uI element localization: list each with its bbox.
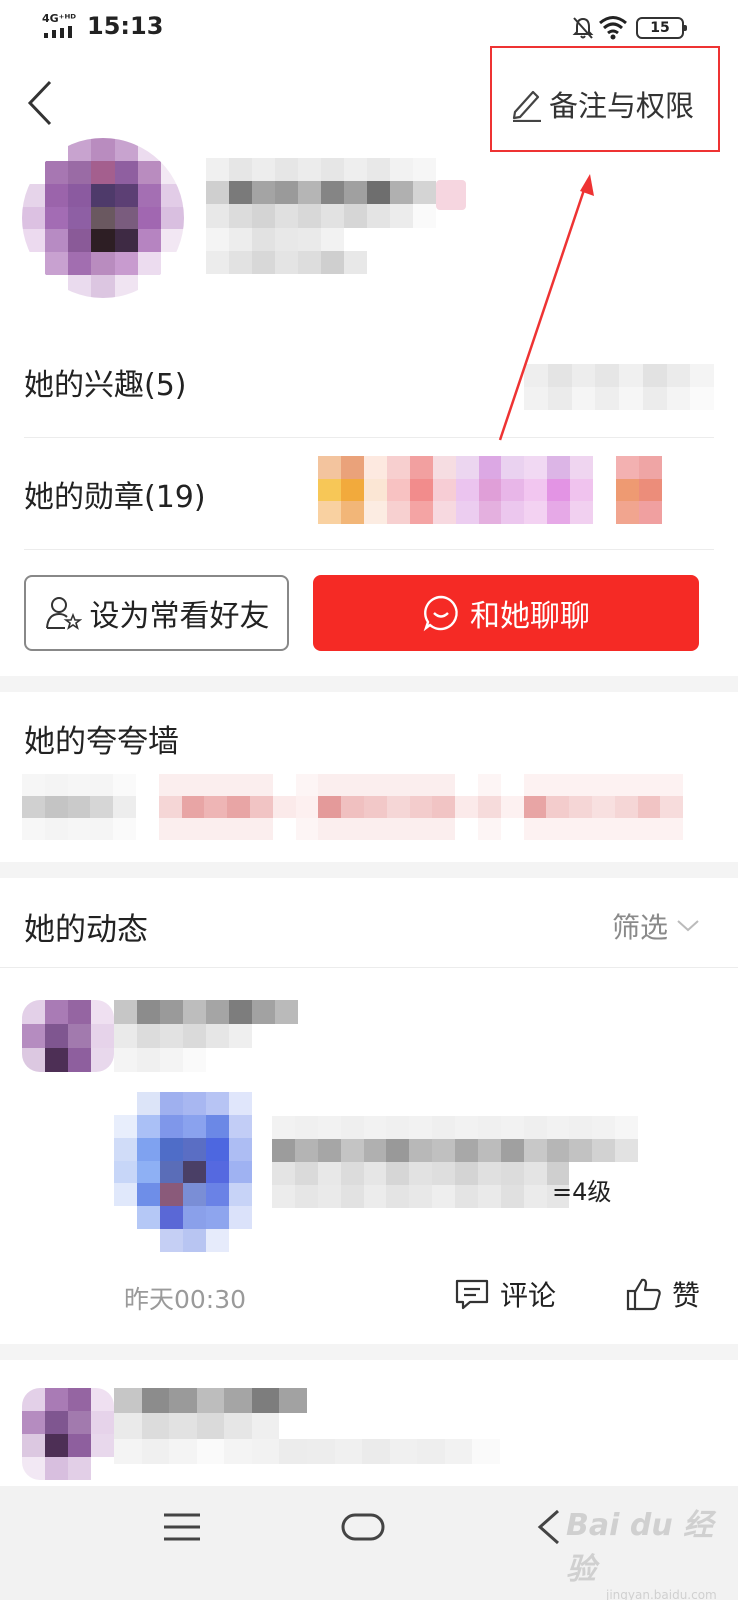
set-close-friend-label: 设为常看好友: [89, 599, 270, 634]
set-close-friend-button[interactable]: 设为常看好友: [24, 575, 289, 651]
interests-label: 她的兴趣(5): [24, 367, 187, 403]
baidu-watermark: Bai du 经验 jingyan.baidu.com: [566, 1500, 738, 1600]
badges-label: 她的勋章(19): [24, 479, 206, 515]
profile-name-blurred: [206, 158, 436, 274]
home-icon[interactable]: [340, 1510, 386, 1544]
avatar[interactable]: [22, 138, 184, 298]
interests-blurred: [524, 364, 714, 410]
filter-label: 筛选: [611, 911, 668, 944]
network-indicator: 4G⁺ᴴᴰ: [42, 12, 77, 25]
annotation-highlight-box: [490, 46, 720, 152]
feed-post[interactable]: =4级 昨天00:30 评论 赞: [0, 968, 738, 1344]
watermark-url: jingyan.baidu.com: [606, 1588, 717, 1600]
post-author-avatar[interactable]: [22, 1388, 114, 1480]
watermark-text: Bai du 经验: [566, 1508, 714, 1587]
post-author-name-blurred: [114, 1000, 298, 1072]
chat-button[interactable]: 和她聊聊: [313, 575, 699, 651]
post-level-text: =4级: [552, 1178, 612, 1206]
praise-wall-title: 她的夸夸墙: [24, 724, 179, 760]
feed-post[interactable]: [0, 1360, 738, 1486]
post-author-name-blurred: [114, 1388, 500, 1464]
clock: 15:13: [87, 12, 164, 40]
comment-label: 评论: [500, 1279, 557, 1312]
badges-blurred: [318, 456, 662, 524]
praise-wall-blurred[interactable]: [22, 774, 706, 840]
wifi-icon: [599, 16, 627, 40]
post-author-avatar[interactable]: [22, 1000, 114, 1072]
signal-icon: [44, 26, 72, 38]
like-button[interactable]: 赞: [626, 1274, 700, 1314]
add-friend-icon: [45, 597, 82, 630]
back-nav-icon[interactable]: [534, 1508, 564, 1546]
chat-button-label: 和她聊聊: [470, 599, 590, 634]
battery-indicator: 15: [636, 17, 687, 39]
post-time: 昨天00:30: [124, 1285, 247, 1314]
chat-bubble-icon: [423, 595, 458, 632]
feed-title: 她的动态: [24, 912, 148, 948]
post-image-blurred[interactable]: [114, 1092, 252, 1252]
like-label: 赞: [672, 1279, 701, 1312]
back-icon[interactable]: [22, 78, 58, 128]
mute-icon: [572, 17, 594, 39]
praise-wall-card: 她的夸夸墙: [0, 692, 738, 862]
menu-icon[interactable]: [162, 1510, 202, 1544]
feed-header: 她的动态 筛选: [0, 878, 738, 968]
comment-icon: [455, 1279, 489, 1310]
thumbs-up-icon: [626, 1278, 661, 1311]
filter-button[interactable]: 筛选: [612, 906, 700, 946]
profile-tag-blurred: [436, 180, 466, 210]
chevron-down-icon: [677, 920, 699, 932]
comment-button[interactable]: 评论: [454, 1274, 556, 1314]
